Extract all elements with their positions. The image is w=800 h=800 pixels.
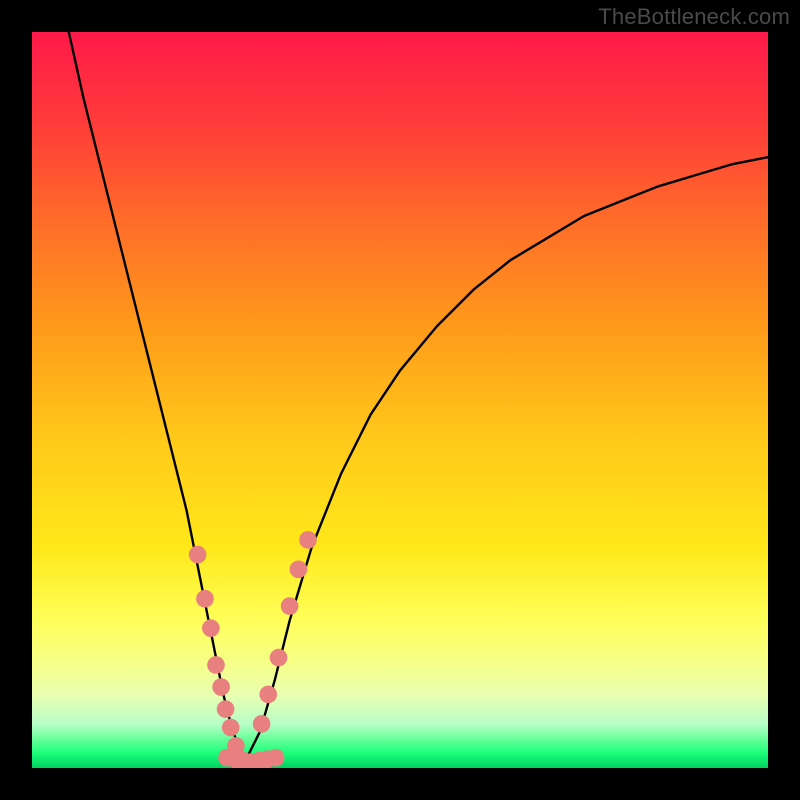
marker-dot xyxy=(217,700,235,718)
marker-dot xyxy=(189,546,207,564)
marker-dot xyxy=(207,656,225,674)
chart-svg xyxy=(32,32,768,768)
marker-dot xyxy=(227,737,245,755)
marker-dot xyxy=(267,749,285,767)
marker-dot xyxy=(290,560,308,578)
marker-dot xyxy=(243,753,261,768)
marker-dot xyxy=(251,752,269,768)
marker-dot xyxy=(281,597,299,615)
plot-area xyxy=(32,32,768,768)
marker-dot xyxy=(259,686,277,704)
marker-dot xyxy=(270,649,288,667)
marker-dot xyxy=(299,531,317,549)
marker-dot xyxy=(212,678,230,696)
marker-dot xyxy=(253,715,271,733)
marker-dot xyxy=(218,749,236,767)
marker-dot xyxy=(202,619,220,637)
marker-dot xyxy=(226,750,244,768)
marker-dot xyxy=(259,750,277,768)
chart-frame: TheBottleneck.com xyxy=(0,0,800,800)
curves-group xyxy=(69,32,768,761)
marker-dot xyxy=(196,590,214,608)
markers-group xyxy=(189,531,317,768)
watermark-label: TheBottleneck.com xyxy=(598,4,790,30)
marker-dot xyxy=(222,719,240,737)
curve-left-curve xyxy=(69,32,246,761)
curve-right-curve xyxy=(245,157,768,761)
marker-dot xyxy=(234,752,252,768)
